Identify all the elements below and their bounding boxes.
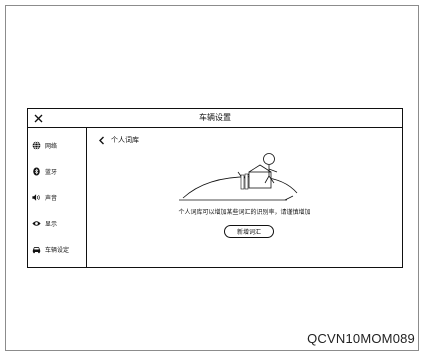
sidebar-item-label: 声音 <box>45 194 58 202</box>
main-content: 个人词库 个人词库可以增加某些词汇的识别率，请谨慎增加 新增词汇 <box>87 128 402 267</box>
figure-code: QCVN10MOM089 <box>307 331 415 346</box>
chevron-left-icon <box>99 136 104 144</box>
sidebar-item-label: 蓝牙 <box>45 168 58 176</box>
sidebar-item-sound[interactable]: 声音 <box>32 189 84 205</box>
globe-icon <box>32 140 41 150</box>
sidebar: 网络 蓝牙 声音 显示 车辆设定 <box>28 128 87 267</box>
sidebar-item-vehicle-settings[interactable]: 车辆设定 <box>32 241 84 257</box>
car-icon <box>32 245 41 254</box>
sidebar-item-bluetooth[interactable]: 蓝牙 <box>32 163 84 179</box>
eye-icon <box>32 219 41 228</box>
sidebar-item-label: 网络 <box>45 142 58 150</box>
page-title: 个人词库 <box>111 136 139 144</box>
speaker-icon <box>32 193 41 202</box>
empty-state-illustration <box>179 153 298 201</box>
sidebar-item-display[interactable]: 显示 <box>32 215 84 231</box>
add-word-button[interactable]: 新增词汇 <box>224 225 274 238</box>
window-title: 车辆设置 <box>199 113 231 122</box>
sidebar-item-label: 车辆设定 <box>45 246 70 254</box>
empty-state-message: 个人词库可以增加某些词汇的识别率，请谨慎增加 <box>178 209 311 216</box>
back-button[interactable]: 个人词库 <box>98 135 139 145</box>
sidebar-item-network[interactable]: 网络 <box>32 137 84 153</box>
bluetooth-icon <box>32 166 41 176</box>
title-bar: 车辆设置 <box>28 109 402 128</box>
settings-window: 车辆设置 网络 蓝牙 声音 显示 车辆设定 个人词库 个人词库可以增加某些词汇的… <box>27 108 403 268</box>
sidebar-item-label: 显示 <box>45 220 58 228</box>
